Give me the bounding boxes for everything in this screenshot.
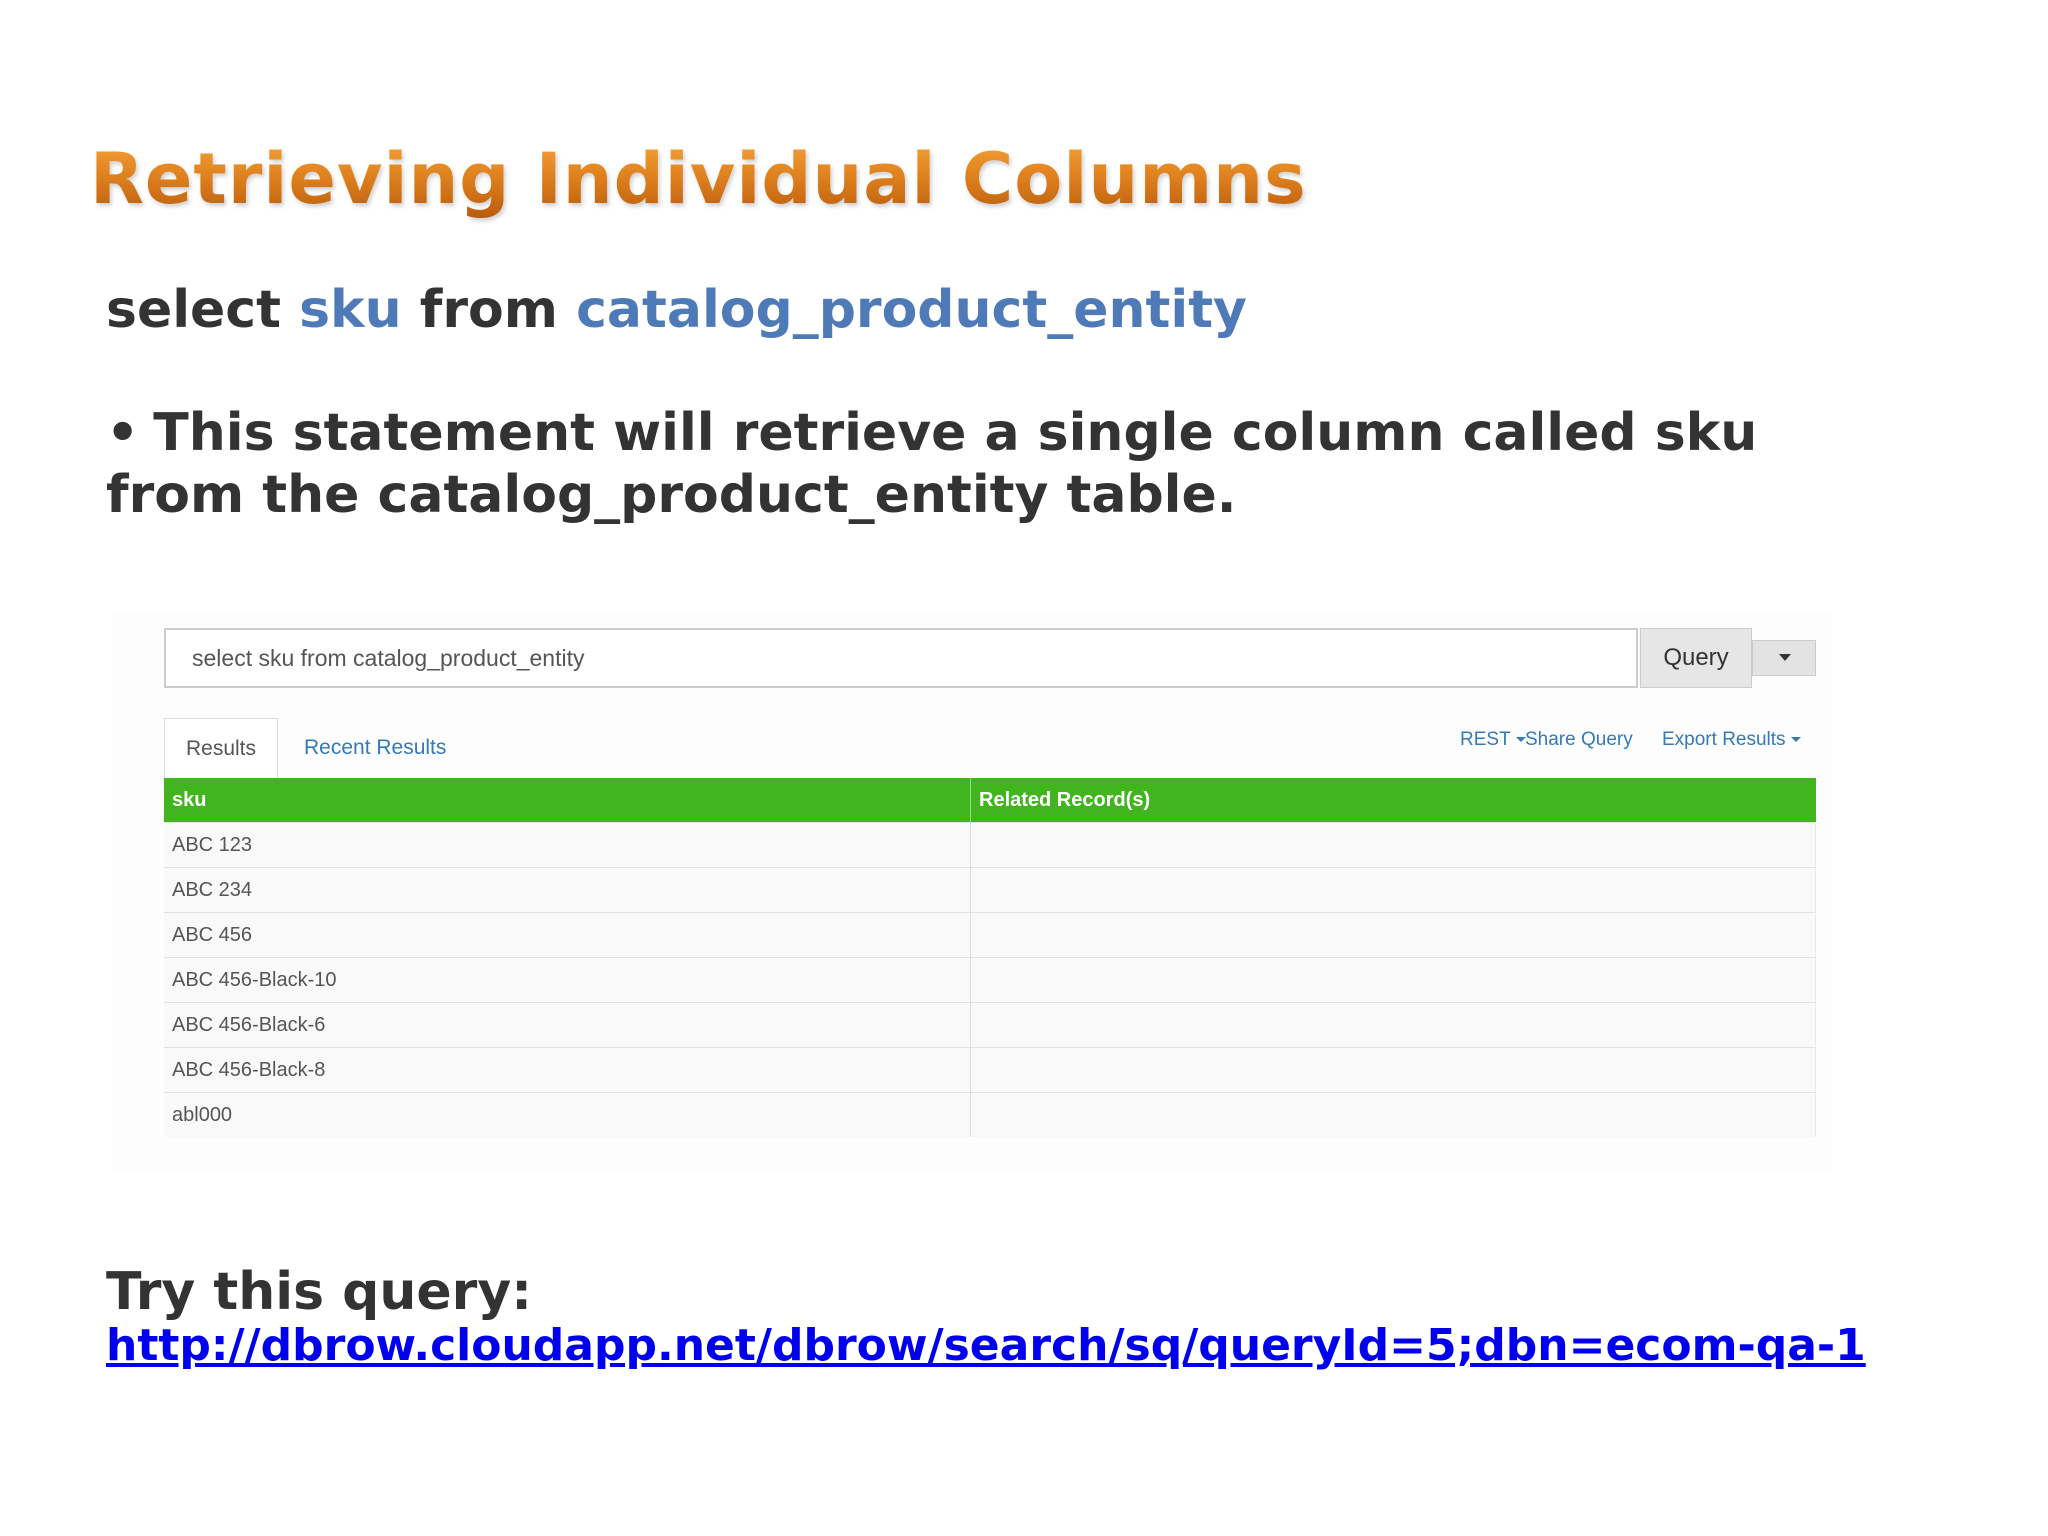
query-options-dropdown[interactable] (1752, 640, 1816, 676)
query-button[interactable]: Query (1640, 628, 1752, 688)
rest-label: REST (1460, 729, 1511, 750)
table-row[interactable]: ABC 456-Black-8 (164, 1047, 1816, 1093)
cell-sku: ABC 456-Black-8 (164, 1047, 971, 1093)
results-table: sku Related Record(s) ABC 123 ABC 234 AB… (164, 778, 1816, 1137)
sql-keyword-from: from (419, 280, 558, 340)
table-header-row: sku Related Record(s) (164, 778, 1816, 823)
tab-recent-results[interactable]: Recent Results (304, 718, 446, 778)
cell-related-records (970, 1002, 1816, 1048)
query-url-link[interactable]: http://dbrow.cloudapp.net/dbrow/search/s… (106, 1320, 1866, 1371)
column-header-related-records[interactable]: Related Record(s) (970, 778, 1816, 823)
rest-dropdown[interactable]: REST (1460, 726, 1526, 754)
sql-keyword-select: select (106, 280, 281, 340)
cell-related-records (970, 867, 1816, 913)
table-row[interactable]: ABC 234 (164, 867, 1816, 913)
bullet-text: This statement will retrieve a single co… (106, 403, 1758, 525)
caret-down-icon (1790, 737, 1801, 743)
tab-results[interactable]: Results (164, 718, 278, 778)
sql-column-name: sku (299, 280, 402, 340)
table-row[interactable]: ABC 456-Black-10 (164, 957, 1816, 1003)
cell-related-records (970, 957, 1816, 1003)
sql-statement: select sku from catalog_product_entity (106, 280, 1247, 340)
cell-related-records (970, 1092, 1816, 1137)
share-query-link[interactable]: Share Query (1525, 726, 1633, 754)
try-query-label: Try this query: (106, 1262, 533, 1322)
cell-sku: ABC 456 (164, 912, 971, 958)
sql-table-name: catalog_product_entity (576, 280, 1247, 340)
export-results-label: Export Results (1662, 729, 1786, 750)
bullet-paragraph: • This statement will retrieve a single c… (106, 402, 1806, 526)
slide-title: Retrieving Individual Columns (90, 138, 1307, 220)
query-tool-screenshot: Query Results Recent Results REST Share … (112, 612, 1832, 1172)
column-header-sku[interactable]: sku (164, 778, 971, 823)
cell-related-records (970, 912, 1816, 958)
cell-related-records (970, 1047, 1816, 1093)
caret-down-icon (1779, 654, 1791, 661)
bullet-dot: • (106, 403, 140, 463)
cell-related-records (970, 822, 1816, 868)
table-row[interactable]: abl000 (164, 1092, 1816, 1137)
cell-sku: abl000 (164, 1092, 971, 1137)
export-results-dropdown[interactable]: Export Results (1662, 726, 1801, 754)
table-row[interactable]: ABC 123 (164, 822, 1816, 868)
cell-sku: ABC 234 (164, 867, 971, 913)
table-row[interactable]: ABC 456-Black-6 (164, 1002, 1816, 1048)
query-input[interactable] (164, 628, 1638, 688)
cell-sku: ABC 123 (164, 822, 971, 868)
cell-sku: ABC 456-Black-6 (164, 1002, 971, 1048)
table-row[interactable]: ABC 456 (164, 912, 1816, 958)
cell-sku: ABC 456-Black-10 (164, 957, 971, 1003)
